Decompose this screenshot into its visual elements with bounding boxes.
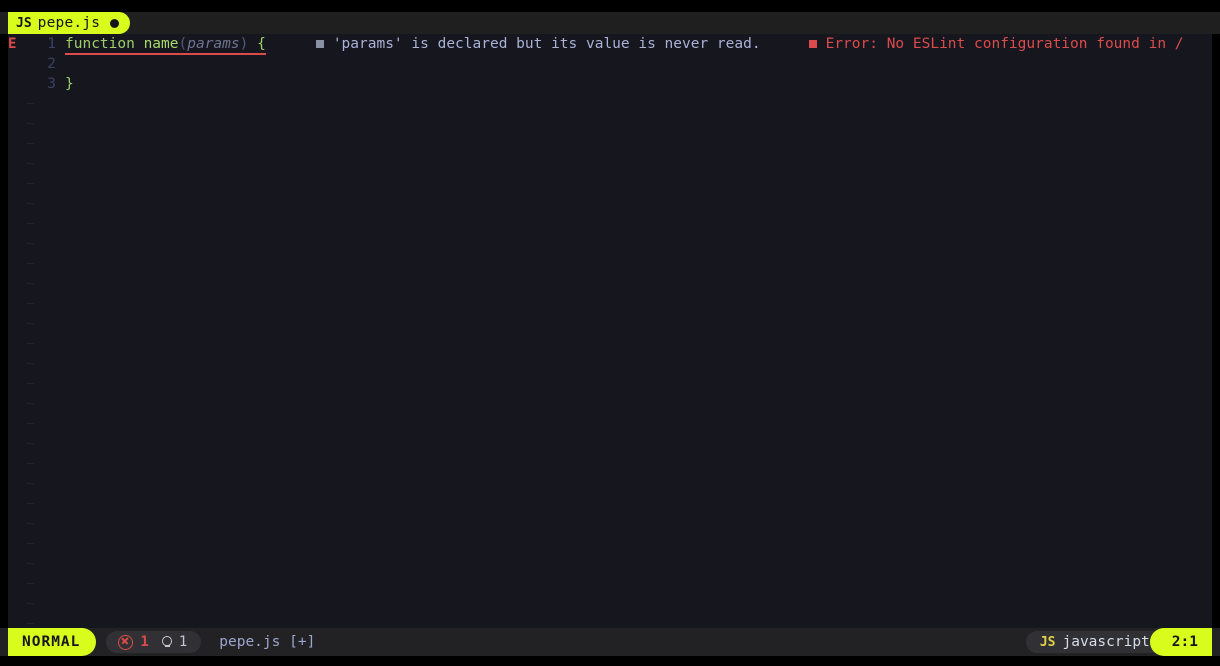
status-filename: pepe.js [+] <box>219 634 316 650</box>
hint-count: 1 <box>178 634 188 650</box>
filler-marker: ~ <box>26 196 35 212</box>
editor-line: ~ <box>8 314 1212 334</box>
filler-marker: ~ <box>26 556 35 572</box>
filler-marker: ~ <box>26 616 35 628</box>
filler-marker: ~ <box>26 276 35 292</box>
editor-buffer[interactable]: E 1 function name(params) { 'params' is dec… <box>8 34 1212 628</box>
editor-line: ~ <box>8 494 1212 514</box>
filler-marker: ~ <box>26 516 35 532</box>
status-left-group: NORMAL 1 1 pepe.js [+] <box>0 628 315 656</box>
filler-marker: ~ <box>26 156 35 172</box>
editor-line: ~ <box>8 234 1212 254</box>
editor-line: ~ <box>8 194 1212 214</box>
editor-line: ~ <box>8 334 1212 354</box>
tab-bar: JS pepe.js <box>0 12 1220 34</box>
filler-marker: ~ <box>26 336 35 352</box>
status-right-group: JS javascript 2:1 <box>1025 628 1220 656</box>
line-number: 1 <box>47 36 56 52</box>
editor-line: ~ <box>8 114 1212 134</box>
filler-marker: ~ <box>26 316 35 332</box>
square-bullet-icon <box>315 40 324 48</box>
filler-marker: ~ <box>26 376 35 392</box>
filler-marker: ~ <box>26 356 35 372</box>
neovim-window: JS pepe.js E 1 function name(params) { 'par… <box>0 0 1220 666</box>
diagnostics-summary[interactable]: 1 1 <box>106 631 202 653</box>
error-circle-x-icon <box>118 634 134 650</box>
error-sign: E <box>8 36 17 52</box>
tab-label: pepe.js <box>37 14 101 31</box>
code-token: function <box>65 36 135 52</box>
filler-marker: ~ <box>26 396 35 412</box>
line-number: 3 <box>47 76 56 92</box>
code-text: function name(params) { <box>65 34 266 55</box>
filler-marker: ~ <box>26 476 35 492</box>
editor-line: ~ <box>8 154 1212 174</box>
diagnostic-virtual-text: 'params' is declared but its value is ne… <box>315 34 761 54</box>
editor-line: ~ <box>8 254 1212 274</box>
filetype-label: javascript <box>1062 634 1150 650</box>
editor-line: ~ <box>8 354 1212 374</box>
editor-line: ~ <box>8 94 1212 114</box>
filetype-indicator[interactable]: JS javascript <box>1025 631 1164 653</box>
editor-line: ~ <box>8 294 1212 314</box>
filler-marker: ~ <box>26 436 35 452</box>
filler-marker: ~ <box>26 576 35 592</box>
editor-line: ~ <box>8 574 1212 594</box>
editor-line: ~ <box>8 414 1212 434</box>
editor-line: ~ <box>8 594 1212 614</box>
filler-marker: ~ <box>26 496 35 512</box>
code-text: } <box>65 74 74 94</box>
editor-line: 3} <box>8 74 1212 94</box>
diagnostic-message: Error: No ESLint configuration found in … <box>825 36 1184 52</box>
javascript-file-icon: JS <box>16 15 32 31</box>
editor-line: ~ <box>8 214 1212 234</box>
editor-line: ~ <box>8 614 1212 628</box>
filler-marker: ~ <box>26 116 35 132</box>
error-count: 1 <box>140 634 149 650</box>
editor-line: ~ <box>8 514 1212 534</box>
filler-marker: ~ <box>26 596 35 612</box>
editor-line: E 1 function name(params) { 'params' is dec… <box>8 34 1212 55</box>
editor-line: ~ <box>8 434 1212 454</box>
code-token: } <box>65 76 74 92</box>
filler-marker: ~ <box>26 136 35 152</box>
diagnostic-message: 'params' is declared but its value is ne… <box>332 36 761 52</box>
editor-line: ~ <box>8 474 1212 494</box>
status-line: NORMAL 1 1 pepe.js [+] JS javascript 2:1 <box>0 628 1220 656</box>
editor-line: ~ <box>8 554 1212 574</box>
javascript-file-icon: JS <box>1039 634 1056 650</box>
filler-marker: ~ <box>26 536 35 552</box>
filler-marker: ~ <box>26 296 35 312</box>
modified-dot-icon <box>110 18 120 28</box>
filler-marker: ~ <box>26 416 35 432</box>
filler-marker: ~ <box>26 176 35 192</box>
editor-line: ~ <box>8 274 1212 294</box>
editor-line: ~ <box>8 174 1212 194</box>
square-bullet-icon <box>808 40 817 48</box>
code-token: params <box>187 36 240 52</box>
editor-line: 2 <box>8 54 1212 74</box>
diagnostic-virtual-text: Error: No ESLint configuration found in … <box>808 34 1184 54</box>
filler-marker: ~ <box>26 256 35 272</box>
filler-marker: ~ <box>26 236 35 252</box>
editor-line: ~ <box>8 374 1212 394</box>
code-token: name <box>143 36 179 52</box>
line-number: 2 <box>47 56 56 72</box>
filler-marker: ~ <box>26 216 35 232</box>
lightbulb-icon <box>161 635 172 649</box>
code-token: ( <box>178 36 188 52</box>
editor-line: ~ <box>8 134 1212 154</box>
mode-indicator: NORMAL <box>8 628 97 656</box>
editor-line: ~ <box>8 394 1212 414</box>
filler-marker: ~ <box>26 96 35 112</box>
editor-line: ~ <box>8 454 1212 474</box>
filler-marker: ~ <box>26 456 35 472</box>
tab-pepe-js[interactable]: JS pepe.js <box>8 12 131 34</box>
editor-line: ~ <box>8 534 1212 554</box>
code-token: { <box>257 36 266 52</box>
cursor-position: 2:1 <box>1149 628 1212 656</box>
